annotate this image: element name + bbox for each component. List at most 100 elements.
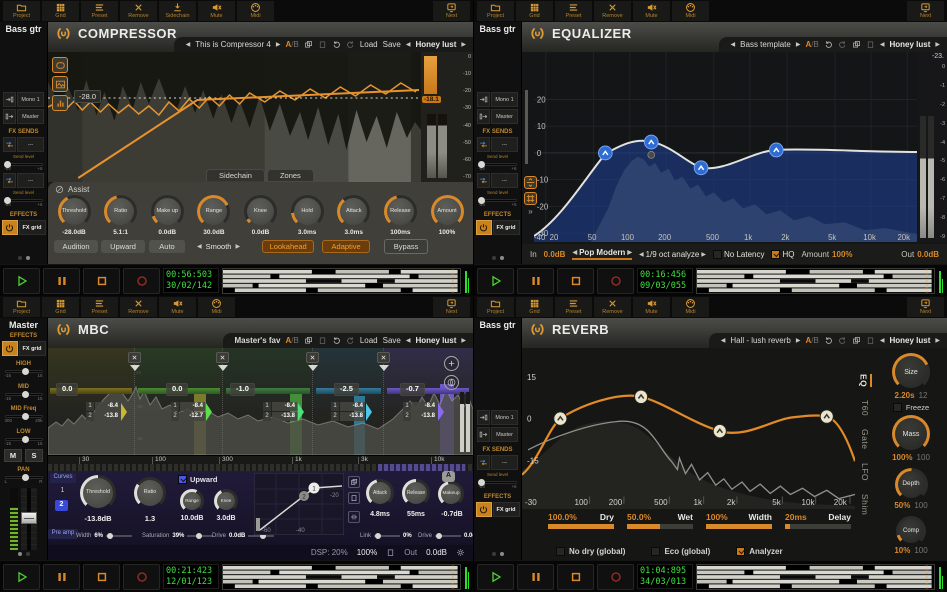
window-icon[interactable]	[386, 548, 395, 557]
mode-selector[interactable]: ◀Pop Modern▶	[572, 248, 631, 260]
knob-amount[interactable]: Amount	[431, 195, 464, 228]
band-close-icon[interactable]	[377, 352, 390, 363]
curves-chip[interactable]: Curves	[50, 473, 76, 483]
redo-icon[interactable]	[838, 336, 847, 345]
band-select-2[interactable]: 2	[55, 500, 68, 511]
width-slider[interactable]: 100%Width	[706, 512, 772, 543]
load-button[interactable]: Load	[360, 336, 378, 345]
band-close-icon[interactable]	[216, 352, 229, 363]
adaptive-button[interactable]: Adaptive	[322, 240, 370, 253]
mid-freq-slider[interactable]	[5, 415, 43, 418]
remove-button[interactable]: Remove	[594, 1, 631, 21]
copy-icon[interactable]	[304, 40, 313, 49]
route-in-icon[interactable]	[3, 92, 16, 107]
tab-t60[interactable]: T60	[860, 400, 870, 416]
saturation-slider[interactable]: Saturation39%	[142, 533, 213, 539]
midi-button[interactable]: Midi	[237, 1, 274, 21]
input-route-button[interactable]: Mono 1	[491, 92, 518, 107]
route-out-icon[interactable]	[477, 109, 490, 124]
record-button[interactable]	[123, 564, 160, 590]
tab-lfo[interactable]: LFO	[860, 463, 870, 481]
out-gain[interactable]: 0.0dB	[917, 250, 939, 259]
knob-range[interactable]: Range	[197, 195, 230, 228]
send-icon[interactable]	[477, 173, 490, 188]
freeze-checkbox[interactable]	[893, 403, 902, 412]
tab-zones[interactable]: Zones	[267, 169, 314, 181]
send-slot-button[interactable]: ---	[491, 173, 518, 188]
send-level-slider[interactable]	[479, 481, 517, 484]
next-preset-icon[interactable]: ▶	[276, 41, 281, 48]
pause-button[interactable]	[517, 268, 554, 294]
threshold-readout[interactable]: -28.0	[74, 90, 101, 103]
band-gain[interactable]: 0.0	[166, 383, 188, 396]
save-button[interactable]: Save	[383, 40, 401, 49]
preset-name[interactable]: This is Compressor 4	[195, 40, 271, 49]
fx-grid-button[interactable]: FX grid	[19, 341, 46, 356]
mid-slider[interactable]	[5, 393, 43, 396]
tab-shim[interactable]: Shim	[860, 494, 870, 515]
timeline-strip[interactable]	[696, 564, 935, 590]
high-slider[interactable]	[5, 370, 43, 373]
band-select-1[interactable]: 1	[56, 487, 69, 494]
next-preset-icon[interactable]: ▶	[796, 41, 801, 48]
power-icon[interactable]	[476, 220, 492, 235]
ab-b[interactable]: B	[293, 336, 298, 345]
pan-slider[interactable]	[5, 476, 43, 479]
add-band-icon[interactable]	[444, 356, 459, 371]
prev-device-preset-icon[interactable]: ◀	[406, 41, 411, 48]
tab-sidechain[interactable]: Sidechain	[206, 169, 265, 181]
next-device-preset-icon[interactable]: ▶	[935, 337, 940, 344]
transfer-curve[interactable]: 2 1 -20-40-60	[254, 473, 344, 535]
sidechain-button[interactable]: Sidechain	[159, 1, 196, 21]
split-handle[interactable]	[218, 365, 228, 371]
send-icon[interactable]	[477, 455, 490, 470]
remove-button[interactable]: Remove	[594, 297, 631, 317]
grid-button[interactable]: Grid	[42, 1, 79, 21]
low-slider[interactable]	[5, 438, 43, 441]
fx-grid-button[interactable]: FX grid	[493, 502, 520, 517]
knob-depth[interactable]: Depth	[895, 468, 928, 501]
undo-icon[interactable]	[332, 40, 341, 49]
copy-icon[interactable]	[852, 40, 861, 49]
eco-checkbox[interactable]	[651, 547, 660, 556]
auto-makeup-button[interactable]: A	[442, 471, 455, 482]
knob-attack[interactable]: Attack	[337, 195, 370, 228]
device-preset-name[interactable]: Honey lust	[889, 40, 930, 49]
timeline-strip[interactable]	[696, 268, 935, 294]
band-split[interactable]	[134, 348, 135, 455]
send-level-slider[interactable]	[5, 163, 43, 166]
next-device-preset-icon[interactable]: ▶	[935, 41, 940, 48]
project-button[interactable]: Project	[3, 1, 40, 21]
prev-device-preset-icon[interactable]: ◀	[880, 337, 885, 344]
save-button[interactable]: Save	[383, 336, 401, 345]
drive-slider-2[interactable]: Drive0.0dB	[418, 533, 473, 539]
next-preset-icon[interactable]: ▶	[796, 337, 801, 344]
preset-button[interactable]: Preset	[555, 297, 592, 317]
expand-icon[interactable]: »	[528, 208, 532, 216]
upward-checkbox[interactable]	[178, 475, 187, 484]
meter-view-icon[interactable]	[52, 95, 68, 111]
volume-fader[interactable]	[21, 488, 37, 550]
knob-hold[interactable]: Hold	[291, 195, 324, 228]
redo-icon[interactable]	[346, 40, 355, 49]
knob-knee[interactable]: Knee	[244, 195, 277, 228]
mute-button[interactable]: Mute	[198, 1, 235, 21]
record-button[interactable]	[123, 268, 160, 294]
ab-b[interactable]: B	[293, 40, 298, 49]
knob-makeup[interactable]: Make up	[151, 195, 184, 228]
dry-slider[interactable]: 100.0%Dry	[548, 512, 614, 543]
band-split[interactable]	[312, 348, 313, 455]
out-gain[interactable]: 0.0dB	[426, 548, 447, 557]
preset-name[interactable]: Hall - lush reverb	[730, 336, 790, 345]
reverb-eq-node[interactable]	[820, 410, 833, 424]
smooth-mode[interactable]: Smooth	[206, 242, 232, 251]
band-options-icon[interactable]	[444, 375, 459, 390]
play-button[interactable]	[477, 564, 514, 590]
width-slider[interactable]: Width6%	[76, 533, 132, 539]
band-close-icon[interactable]	[128, 352, 141, 363]
display-toggle-icon[interactable]	[52, 57, 68, 73]
power-icon[interactable]	[2, 341, 18, 356]
reverb-graph-canvas[interactable]: 150-15 -30 1002005001k2k5k10k20k	[522, 348, 855, 509]
input-route-button[interactable]: Mono 1	[491, 410, 518, 425]
lookahead-button[interactable]: Lookahead	[262, 240, 314, 253]
